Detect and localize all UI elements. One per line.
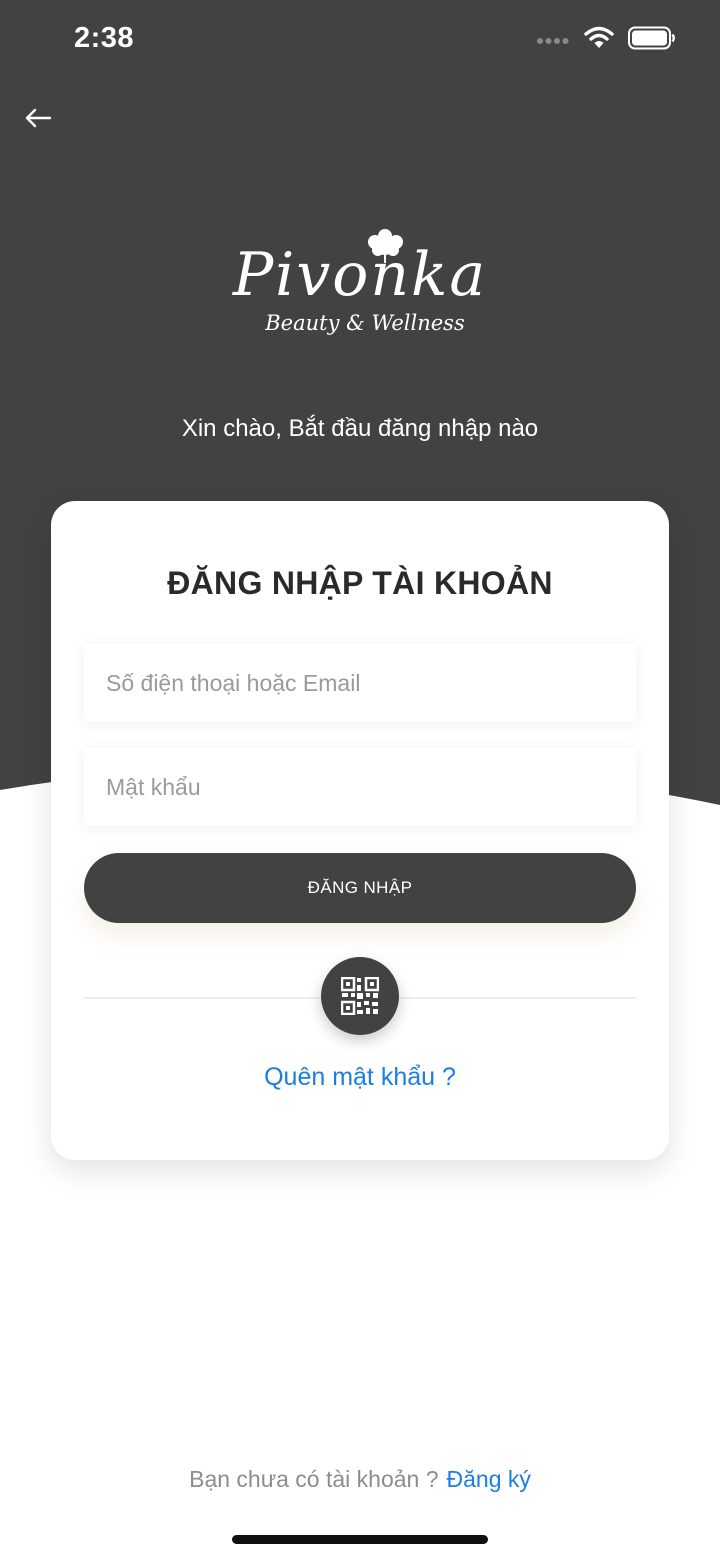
card-title: ĐĂNG NHẬP TÀI KHOẢN [167,565,553,601]
qr-login-button[interactable] [321,957,399,1035]
signup-link[interactable]: Đăng ký [447,1466,531,1492]
password-input[interactable] [84,748,636,826]
home-indicator [232,1535,488,1544]
signal-dots-icon [536,32,570,50]
forgot-password-link[interactable]: Quên mật khẩu ? [51,1063,669,1092]
signup-question: Bạn chưa có tài khoản ? [189,1466,439,1492]
brand-name: Pivonka [232,240,487,310]
login-card: ĐĂNG NHẬP TÀI KHOẢN ĐĂNG NHẬP [51,501,669,1160]
phone-email-input[interactable] [84,644,636,722]
back-button[interactable] [18,98,58,138]
signup-row: Bạn chưa có tài khoản ? Đăng ký [0,1466,720,1493]
arrow-left-icon [25,108,52,128]
login-button[interactable]: ĐĂNG NHẬP [84,853,636,923]
brand-tagline: Beauty & Wellness [264,311,465,335]
status-time: 2:38 [74,22,135,54]
brand-logo: Pivonka Beauty & Wellness [232,229,487,335]
wifi-icon [584,26,614,55]
greeting-text: Xin chào, Bắt đầu đăng nhập nào [181,415,539,442]
login-screen: 2:38 Pivonka Beauty & Wellness Xin chào,… [0,0,720,1558]
status-icons [536,26,676,55]
qr-code-icon [341,977,379,1015]
battery-icon [628,26,676,55]
